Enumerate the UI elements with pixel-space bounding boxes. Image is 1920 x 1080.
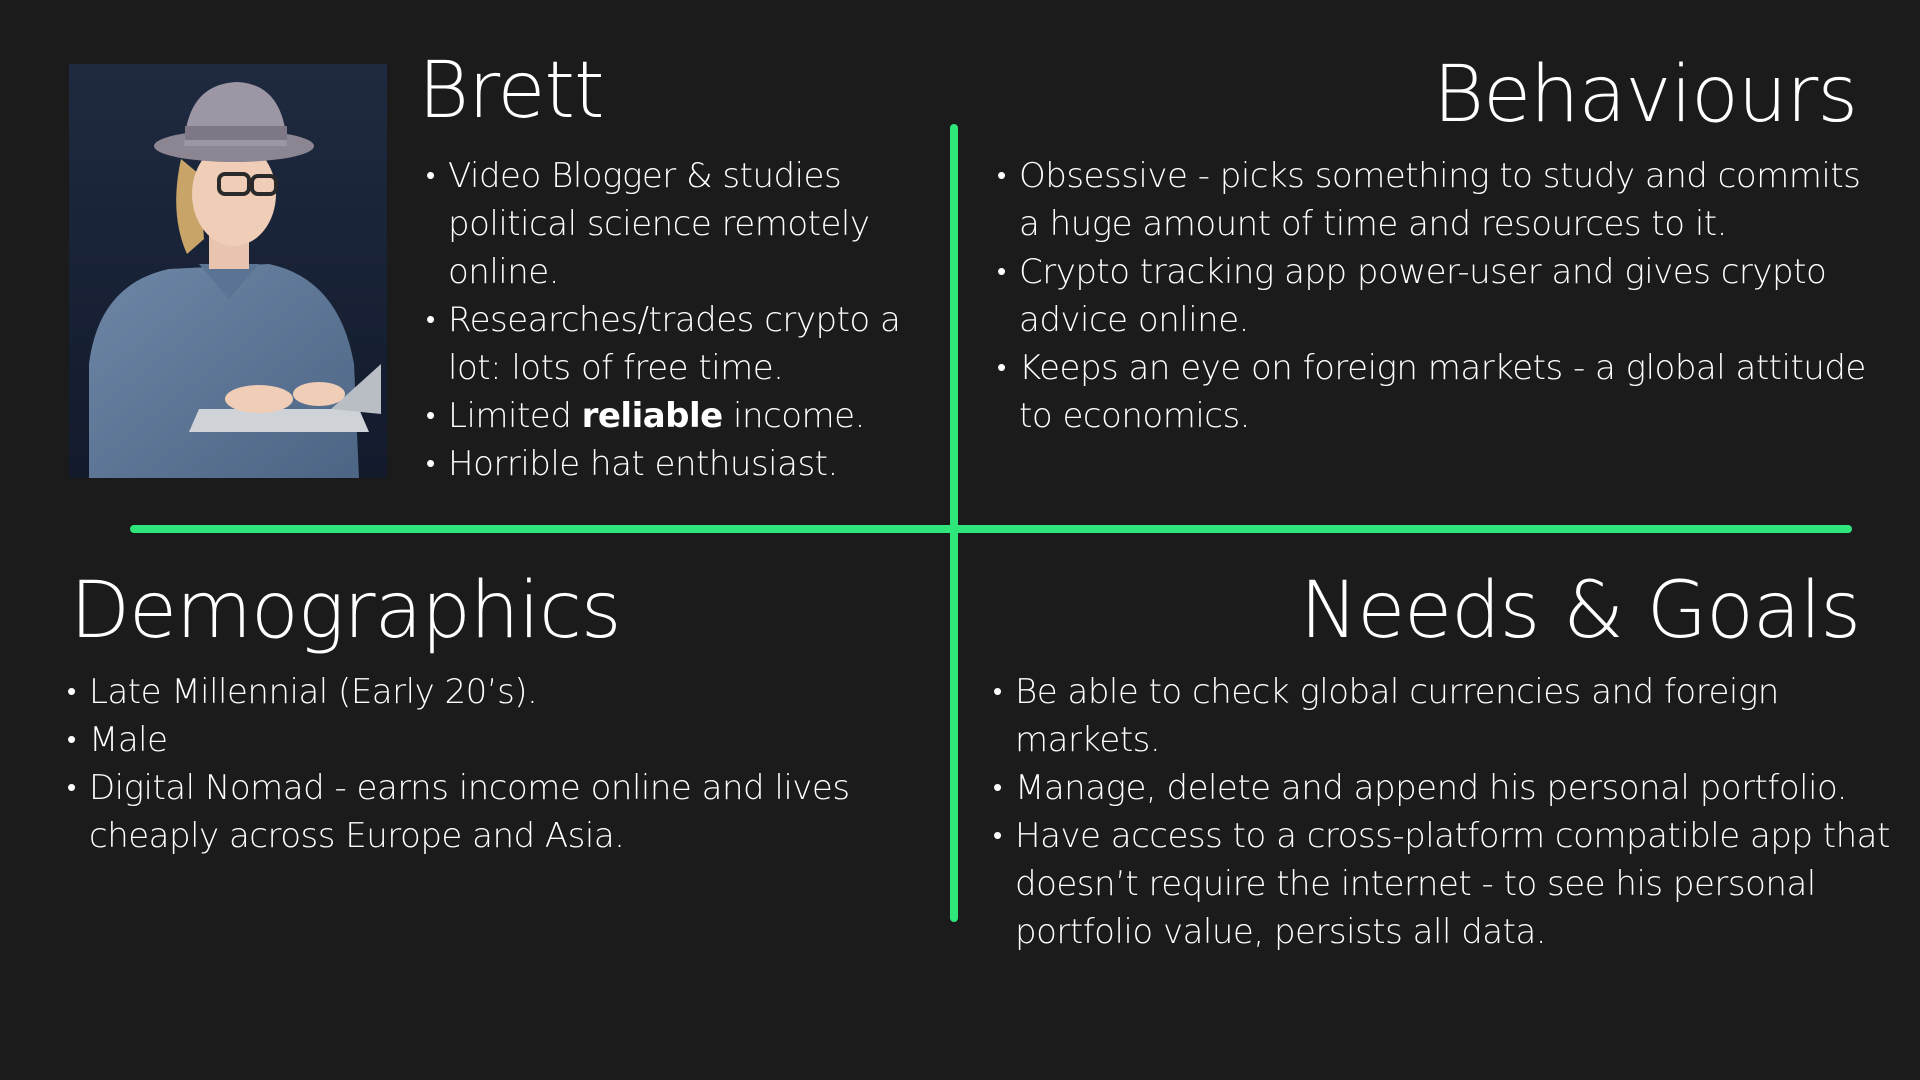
demographics-list: Late Millennial (Early 20’s). Male Digit… [67,668,867,860]
list-item: Video Blogger & studies political scienc… [426,152,946,296]
list-item: Crypto tracking app power-user and gives… [997,248,1877,344]
needs-goals-title: Needs & Goals [1299,566,1861,656]
person-with-hat-and-laptop-icon [69,64,387,478]
persona-photo [69,64,387,478]
persona-bullets: Video Blogger & studies political scienc… [426,152,946,488]
behaviour-text: Crypto tracking app power-user and gives… [1019,252,1827,340]
demographic-text: Male [89,720,168,760]
list-item: Manage, delete and append his personal p… [993,764,1893,812]
list-item: Obsessive - picks something to study and… [997,152,1877,248]
needs-goals-list: Be able to check global currencies and f… [993,668,1893,956]
list-item: Horrible hat enthusiast. [426,440,946,488]
persona-bullet-text: income. [722,396,865,436]
behaviours-list: Obsessive - picks something to study and… [997,152,1877,440]
emphasis-text: reliable [581,396,724,436]
need-goal-text: Manage, delete and append his personal p… [1015,768,1848,808]
behaviours-title: Behaviours [1433,50,1858,140]
horizontal-divider [130,525,1852,533]
need-goal-text: Have access to a cross-platform compatib… [1015,816,1890,952]
demographic-text: Digital Nomad - earns income online and … [89,768,850,856]
list-item: Male [67,716,867,764]
persona-bullet-text: Horrible hat enthusiast. [448,444,838,484]
list-item: Researches/trades crypto a lot: lots of … [426,296,946,392]
list-item: Have access to a cross-platform compatib… [993,812,1893,956]
persona-bullet-text: Researches/trades crypto a lot: lots of … [448,300,901,388]
list-item: Be able to check global currencies and f… [993,668,1893,764]
demographics-title: Demographics [70,566,622,656]
vertical-divider [950,124,958,922]
persona-bullet-text: Video Blogger & studies political scienc… [448,156,870,292]
persona-bullet-text: Limited [448,396,582,436]
list-item: Late Millennial (Early 20’s). [67,668,867,716]
behaviour-text: Keeps an eye on foreign markets - a glob… [1019,348,1866,436]
list-item: Digital Nomad - earns income online and … [67,764,867,860]
demographic-text: Late Millennial (Early 20’s). [89,672,538,712]
persona-name: Brett [418,46,605,136]
list-item: Keeps an eye on foreign markets - a glob… [997,344,1877,440]
list-item: Limited reliable income. [426,392,946,440]
need-goal-text: Be able to check global currencies and f… [1015,672,1779,760]
behaviour-text: Obsessive - picks something to study and… [1019,156,1861,244]
